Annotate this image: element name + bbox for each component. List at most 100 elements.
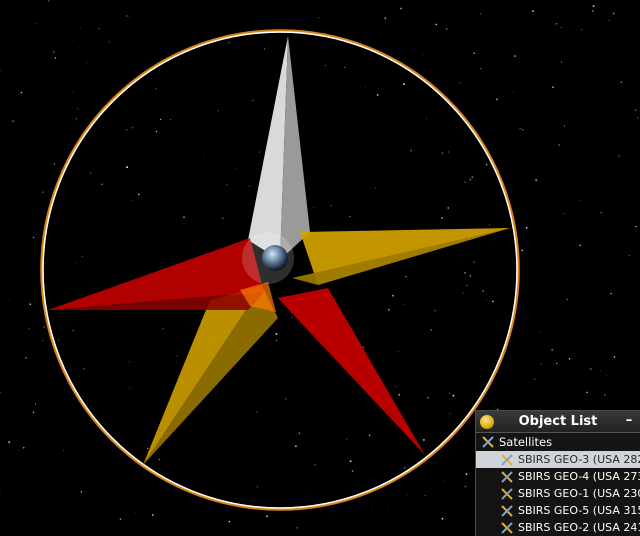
cone-southeast-face-left [278,288,425,455]
star [81,255,83,258]
star [519,127,522,130]
star [176,355,178,357]
star [469,178,472,181]
star [381,337,382,339]
star [568,358,571,360]
star [8,441,11,444]
star [555,22,558,25]
star [441,152,444,154]
star [42,339,44,342]
star [540,363,542,365]
star [579,199,581,202]
star [635,225,637,228]
star [521,249,524,252]
star [600,370,601,371]
satellites-group-label: Satellites [499,435,553,449]
star [424,494,426,497]
star [486,147,488,148]
star [489,224,490,226]
star [395,386,397,388]
star [42,191,44,193]
star [400,7,402,10]
star [126,129,128,131]
satellite-list-item[interactable]: SBIRS GEO-5 (USA 315) [476,502,640,519]
star [435,23,438,26]
star [514,55,516,58]
star [492,300,494,303]
star [119,518,122,520]
star [129,387,131,388]
star [480,68,482,70]
star [448,392,451,394]
satellite-icon [501,453,513,466]
star [249,104,251,106]
star [248,185,250,187]
star [235,168,238,170]
star [634,109,637,111]
satellite-list: SBIRS GEO-3 (USA 282) SBIRS GEO-4 (USA 27… [476,451,640,536]
minimize-button[interactable]: – [622,414,636,429]
star [155,130,158,133]
star [452,394,455,397]
star [252,99,254,102]
star [228,41,230,44]
star [471,176,473,178]
star [398,350,399,352]
star [54,57,57,59]
star [460,82,461,84]
star [9,299,10,301]
star [0,493,1,494]
3d-viewport[interactable]: Object List – Satellites SBIRS GEO-3 (US… [0,0,640,536]
satellites-group[interactable]: Satellites [476,433,640,451]
star [86,62,88,64]
star [202,155,204,156]
star [285,398,287,400]
star [466,284,468,287]
star [75,261,77,263]
star [610,29,612,31]
satellite-list-item-label: SBIRS GEO-3 (USA 282) [518,453,640,466]
satellite-list-item[interactable]: SBIRS GEO-4 (USA 273) [476,468,640,485]
satellite-list-item[interactable]: SBIRS GEO-1 (USA 230) [476,485,640,502]
satellite-list-item[interactable]: SBIRS GEO-3 (USA 282) [476,451,640,468]
star [275,332,278,335]
star [590,368,592,370]
star [375,187,377,189]
star [222,217,224,219]
cone-southeast-face-right [278,298,425,455]
star [318,17,320,18]
star [407,493,408,495]
star [398,393,401,396]
star [17,450,19,451]
star [539,331,540,333]
earth-icon[interactable] [262,245,288,271]
star [26,123,28,125]
star [591,10,594,12]
star [25,357,27,359]
star [316,64,317,66]
star [56,220,58,222]
star [151,513,154,516]
satellite-list-item[interactable]: SBIRS GEO-2 (USA 241) [476,519,640,536]
satellite-list-item-label: SBIRS GEO-2 (USA 241) [518,521,640,534]
star [63,449,65,451]
satellite-icon [482,436,494,448]
star [403,83,406,86]
star [410,149,413,152]
star [126,166,129,169]
star [600,211,603,214]
star [609,38,611,40]
object-list-header[interactable]: Object List – [476,411,640,433]
star [473,52,475,54]
star [185,354,187,356]
star [346,438,348,440]
star [47,0,50,2]
star [564,213,566,214]
star [560,27,562,28]
satellite-list-item-label: SBIRS GEO-5 (USA 315) [518,504,640,517]
star [126,15,128,17]
star [386,506,388,508]
object-list-panel: Object List – Satellites SBIRS GEO-3 (US… [475,410,640,536]
star [75,118,78,120]
star [259,151,261,153]
